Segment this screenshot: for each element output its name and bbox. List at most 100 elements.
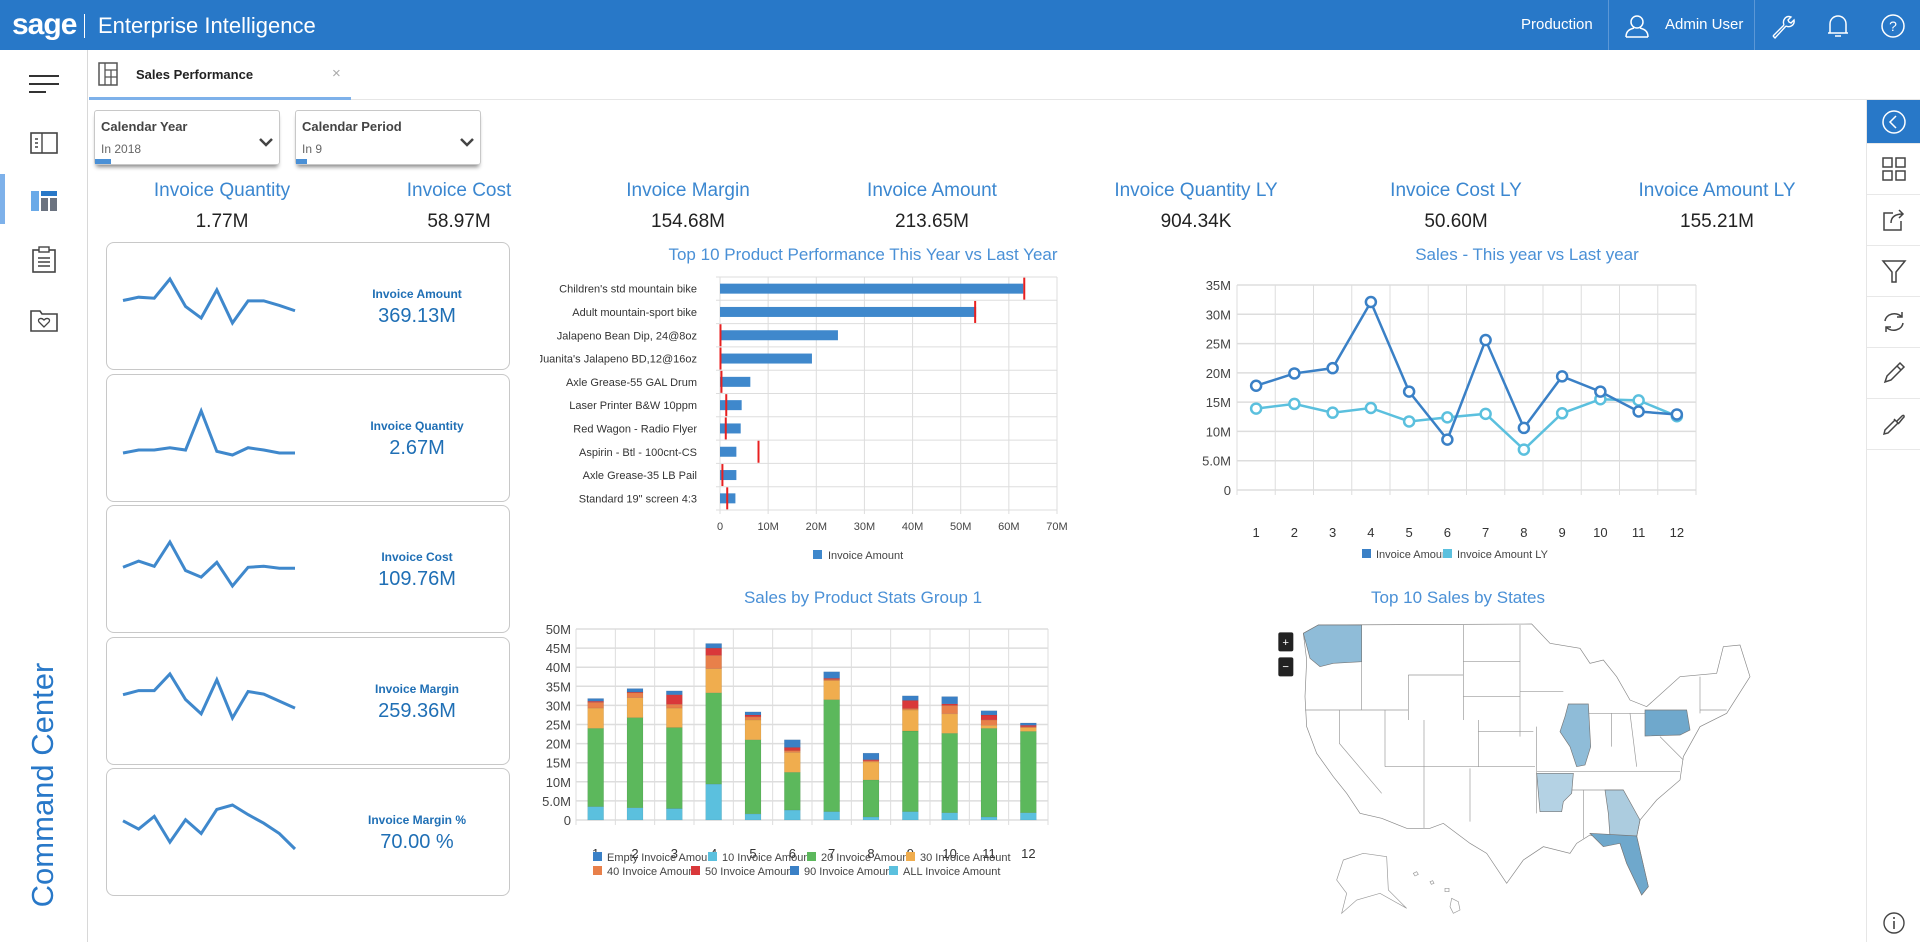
environment-label[interactable]: Production bbox=[1521, 16, 1593, 33]
stacked-bar-segment bbox=[587, 702, 604, 709]
category-label: Children's std mountain bike bbox=[559, 284, 697, 296]
legend-swatch bbox=[790, 866, 799, 875]
wrench-icon[interactable] bbox=[1770, 13, 1796, 39]
sage-logo[interactable]: sage bbox=[12, 8, 77, 42]
data-point bbox=[1441, 433, 1454, 446]
info-icon[interactable] bbox=[1882, 911, 1906, 935]
stacked-bar-chart: 05.0M10M15M20M25M30M35M40M45M50M12345678… bbox=[542, 622, 1049, 878]
data-point bbox=[1326, 361, 1339, 375]
calendar-period-filter[interactable]: Calendar Period In 9 bbox=[295, 110, 481, 165]
x-tick-label: 9 bbox=[1559, 525, 1566, 540]
panel-icon[interactable] bbox=[30, 132, 58, 154]
legend-swatch bbox=[593, 866, 602, 875]
legend-swatch bbox=[889, 866, 898, 875]
hawaii-outline bbox=[1412, 871, 1461, 914]
bar bbox=[720, 330, 838, 341]
zoom-out-button[interactable]: − bbox=[1278, 657, 1294, 677]
calendar-year-filter[interactable]: Calendar Year In 2018 bbox=[94, 110, 280, 165]
stacked-bar-segment bbox=[626, 692, 644, 699]
y-tick-label: 5.0M bbox=[1202, 454, 1231, 469]
y-tick-label: 5.0M bbox=[542, 794, 571, 809]
favorites-folder-icon[interactable] bbox=[30, 308, 58, 332]
kpi-label: Invoice Cost LY bbox=[1390, 180, 1522, 201]
stacked-bar-segment bbox=[941, 733, 958, 813]
x-tick-label: 7 bbox=[1482, 525, 1489, 540]
sparkline bbox=[122, 803, 297, 851]
stacked-bar-segment bbox=[980, 710, 998, 716]
kpi-card[interactable]: Invoice Margin % 70.00 % bbox=[106, 768, 510, 896]
data-point bbox=[1632, 405, 1645, 418]
filter-label: Calendar Year bbox=[101, 119, 188, 134]
card-label: Invoice Margin % bbox=[367, 813, 467, 827]
chevron-down-icon[interactable] bbox=[259, 137, 273, 147]
data-point bbox=[1364, 401, 1378, 415]
stacked-bar-segment bbox=[902, 700, 919, 709]
stacked-bar-segment bbox=[666, 694, 683, 705]
kpi-card[interactable]: Invoice Quantity 2.67M bbox=[106, 374, 510, 502]
edit-button[interactable] bbox=[1867, 348, 1920, 399]
bar bbox=[720, 376, 751, 387]
help-icon[interactable]: ? bbox=[1880, 13, 1906, 39]
legend-swatch bbox=[708, 852, 717, 861]
x-tick-label: 4 bbox=[1367, 525, 1374, 540]
eyedropper-button[interactable] bbox=[1867, 399, 1920, 450]
filter-accent bbox=[95, 159, 111, 164]
legend-swatch bbox=[813, 550, 822, 559]
user-icon[interactable] bbox=[1624, 13, 1650, 39]
kpi-card[interactable]: Invoice Margin 259.36M bbox=[106, 637, 510, 765]
share-button[interactable] bbox=[1867, 195, 1920, 246]
stacked-bar-segment bbox=[902, 730, 919, 812]
data-point bbox=[1670, 408, 1684, 421]
tab-sales-performance[interactable]: Sales Performance × bbox=[89, 50, 351, 100]
chart-title: Top 10 Product Performance This Year vs … bbox=[668, 245, 1058, 264]
zoom-in-button[interactable]: + bbox=[1278, 632, 1294, 652]
refresh-button[interactable] bbox=[1867, 297, 1920, 348]
dashboard-icon[interactable] bbox=[30, 190, 58, 212]
pencil-icon bbox=[1883, 361, 1906, 384]
clipboard-icon[interactable] bbox=[31, 246, 57, 274]
filter-button[interactable] bbox=[1867, 246, 1920, 297]
x-tick-label: 40M bbox=[902, 521, 923, 533]
kpi-label: Invoice Amount LY bbox=[1638, 180, 1796, 201]
legend-label: Invoice Amount LY bbox=[1457, 549, 1549, 561]
us-states-map[interactable]: + − bbox=[1200, 580, 1860, 942]
chart-title: Sales - This year vs Last year bbox=[1415, 245, 1639, 264]
stacked-bar-segment bbox=[666, 727, 683, 809]
category-label: Jalapeno Bean Dip, 24@8oz bbox=[557, 330, 697, 342]
bell-icon[interactable] bbox=[1826, 13, 1850, 39]
collapse-button[interactable] bbox=[1867, 100, 1920, 144]
stacked-bar-segment bbox=[744, 716, 762, 721]
stacked-bar-segment bbox=[784, 809, 801, 821]
chevron-down-icon[interactable] bbox=[460, 137, 474, 147]
chart-title: Sales by Product Stats Group 1 bbox=[743, 588, 983, 607]
kpi-label: Invoice Quantity bbox=[153, 180, 291, 201]
stacked-bar-segment bbox=[980, 725, 998, 729]
x-tick-label: 12 bbox=[1670, 525, 1684, 540]
data-point bbox=[1517, 421, 1531, 435]
user-name[interactable]: Admin User bbox=[1665, 16, 1743, 33]
stacked-bar-segment bbox=[980, 728, 998, 818]
stacked-bar-segment bbox=[705, 655, 722, 669]
legend-swatch bbox=[1362, 549, 1371, 558]
filter-value: In 2018 bbox=[101, 142, 142, 156]
eyedropper-icon bbox=[1882, 414, 1905, 436]
stacked-bar-segment bbox=[587, 806, 604, 821]
menu-icon[interactable] bbox=[28, 72, 60, 96]
data-point bbox=[1632, 394, 1645, 407]
close-tab-icon[interactable]: × bbox=[332, 65, 341, 82]
refresh-icon bbox=[1884, 312, 1904, 332]
stacked-bar-segment bbox=[941, 705, 958, 715]
stacked-bar-segment bbox=[980, 714, 998, 721]
logo-divider bbox=[84, 14, 85, 38]
kpi-value: 904.34K bbox=[1160, 211, 1232, 232]
data-point bbox=[1555, 370, 1569, 383]
stacked-bar-segment bbox=[862, 779, 880, 818]
legend-swatch bbox=[691, 866, 700, 875]
data-point bbox=[1288, 397, 1301, 411]
top10-product-chart: 0 10M 20M 30M 40M 50M 60M 70M Children's std mou… bbox=[540, 276, 1068, 562]
kpi-card[interactable]: Invoice Amount 369.13M bbox=[106, 242, 510, 370]
kpi-card[interactable]: Invoice Cost 109.76M bbox=[106, 505, 510, 633]
x-tick-label: 0 bbox=[717, 521, 723, 533]
layout-button[interactable] bbox=[1867, 144, 1920, 195]
stacked-bar-segment bbox=[705, 668, 722, 694]
